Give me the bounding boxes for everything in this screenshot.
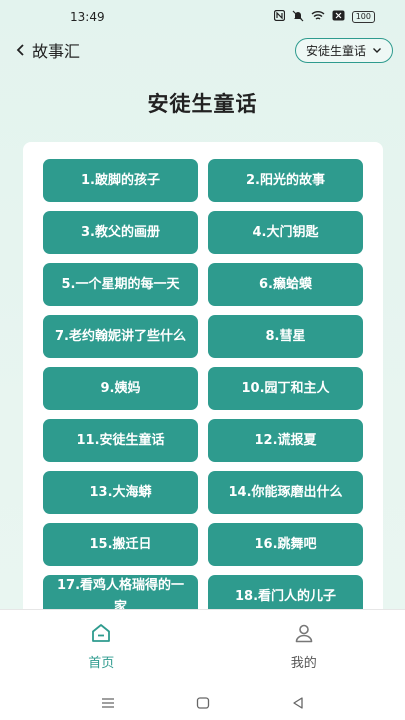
- story-list-card: 1.跛脚的孩子 2.阳光的故事 3.教父的画册 4.大门钥匙 5.一个星期的每一…: [23, 142, 383, 622]
- back-label: 故事汇: [32, 42, 81, 61]
- story-grid: 1.跛脚的孩子 2.阳光的故事 3.教父的画册 4.大门钥匙 5.一个星期的每一…: [43, 159, 363, 618]
- user-icon: [295, 624, 313, 643]
- menu-icon[interactable]: [100, 695, 116, 711]
- system-nav-bar: [0, 685, 405, 720]
- story-button[interactable]: 4.大门钥匙: [208, 211, 363, 254]
- bottom-tab-bar: 首页 我的: [0, 609, 405, 685]
- chevron-left-icon: [16, 44, 24, 56]
- story-button[interactable]: 9.姨妈: [43, 367, 198, 410]
- tab-home[interactable]: 首页: [0, 610, 203, 685]
- mute-icon: [292, 10, 304, 25]
- category-selector[interactable]: 安徒生童话: [294, 37, 393, 63]
- story-button[interactable]: 11.安徒生童话: [43, 419, 198, 462]
- back-button[interactable]: 故事汇: [14, 38, 80, 62]
- page-title: 安徒生童话: [147, 92, 258, 116]
- story-button[interactable]: 10.园丁和主人: [208, 367, 363, 410]
- battery-icon: 100: [351, 11, 375, 23]
- status-time: 13:49: [70, 10, 105, 24]
- story-button[interactable]: 1.跛脚的孩子: [43, 159, 198, 202]
- chevron-down-icon: [373, 48, 381, 53]
- story-button[interactable]: 13.大海蟒: [43, 471, 198, 514]
- story-button[interactable]: 2.阳光的故事: [208, 159, 363, 202]
- header: 故事汇 安徒生童话: [0, 34, 405, 66]
- story-button[interactable]: 12.谎报夏: [208, 419, 363, 462]
- home-square-icon[interactable]: [195, 695, 211, 711]
- tab-mine[interactable]: 我的: [203, 610, 405, 685]
- wifi-icon: [311, 10, 325, 24]
- home-icon: [92, 624, 111, 642]
- story-button[interactable]: 5.一个星期的每一天: [43, 263, 198, 306]
- sim-icon: [332, 10, 345, 24]
- story-button[interactable]: 8.彗星: [208, 315, 363, 358]
- status-bar: 13:49 100: [0, 0, 405, 34]
- nfc-icon: [273, 9, 285, 24]
- status-icons: 100: [273, 9, 375, 25]
- story-button[interactable]: 6.癞蛤蟆: [208, 263, 363, 306]
- story-button[interactable]: 14.你能琢磨出什么: [208, 471, 363, 514]
- back-triangle-icon[interactable]: [290, 695, 306, 711]
- tab-mine-label: 我的: [290, 656, 317, 671]
- tab-home-label: 首页: [88, 656, 115, 671]
- story-button[interactable]: 7.老约翰妮讲了些什么: [43, 315, 198, 358]
- selector-label: 安徒生童话: [305, 43, 366, 58]
- story-button[interactable]: 16.跳舞吧: [208, 523, 363, 566]
- story-button[interactable]: 15.搬迁日: [43, 523, 198, 566]
- story-button[interactable]: 3.教父的画册: [43, 211, 198, 254]
